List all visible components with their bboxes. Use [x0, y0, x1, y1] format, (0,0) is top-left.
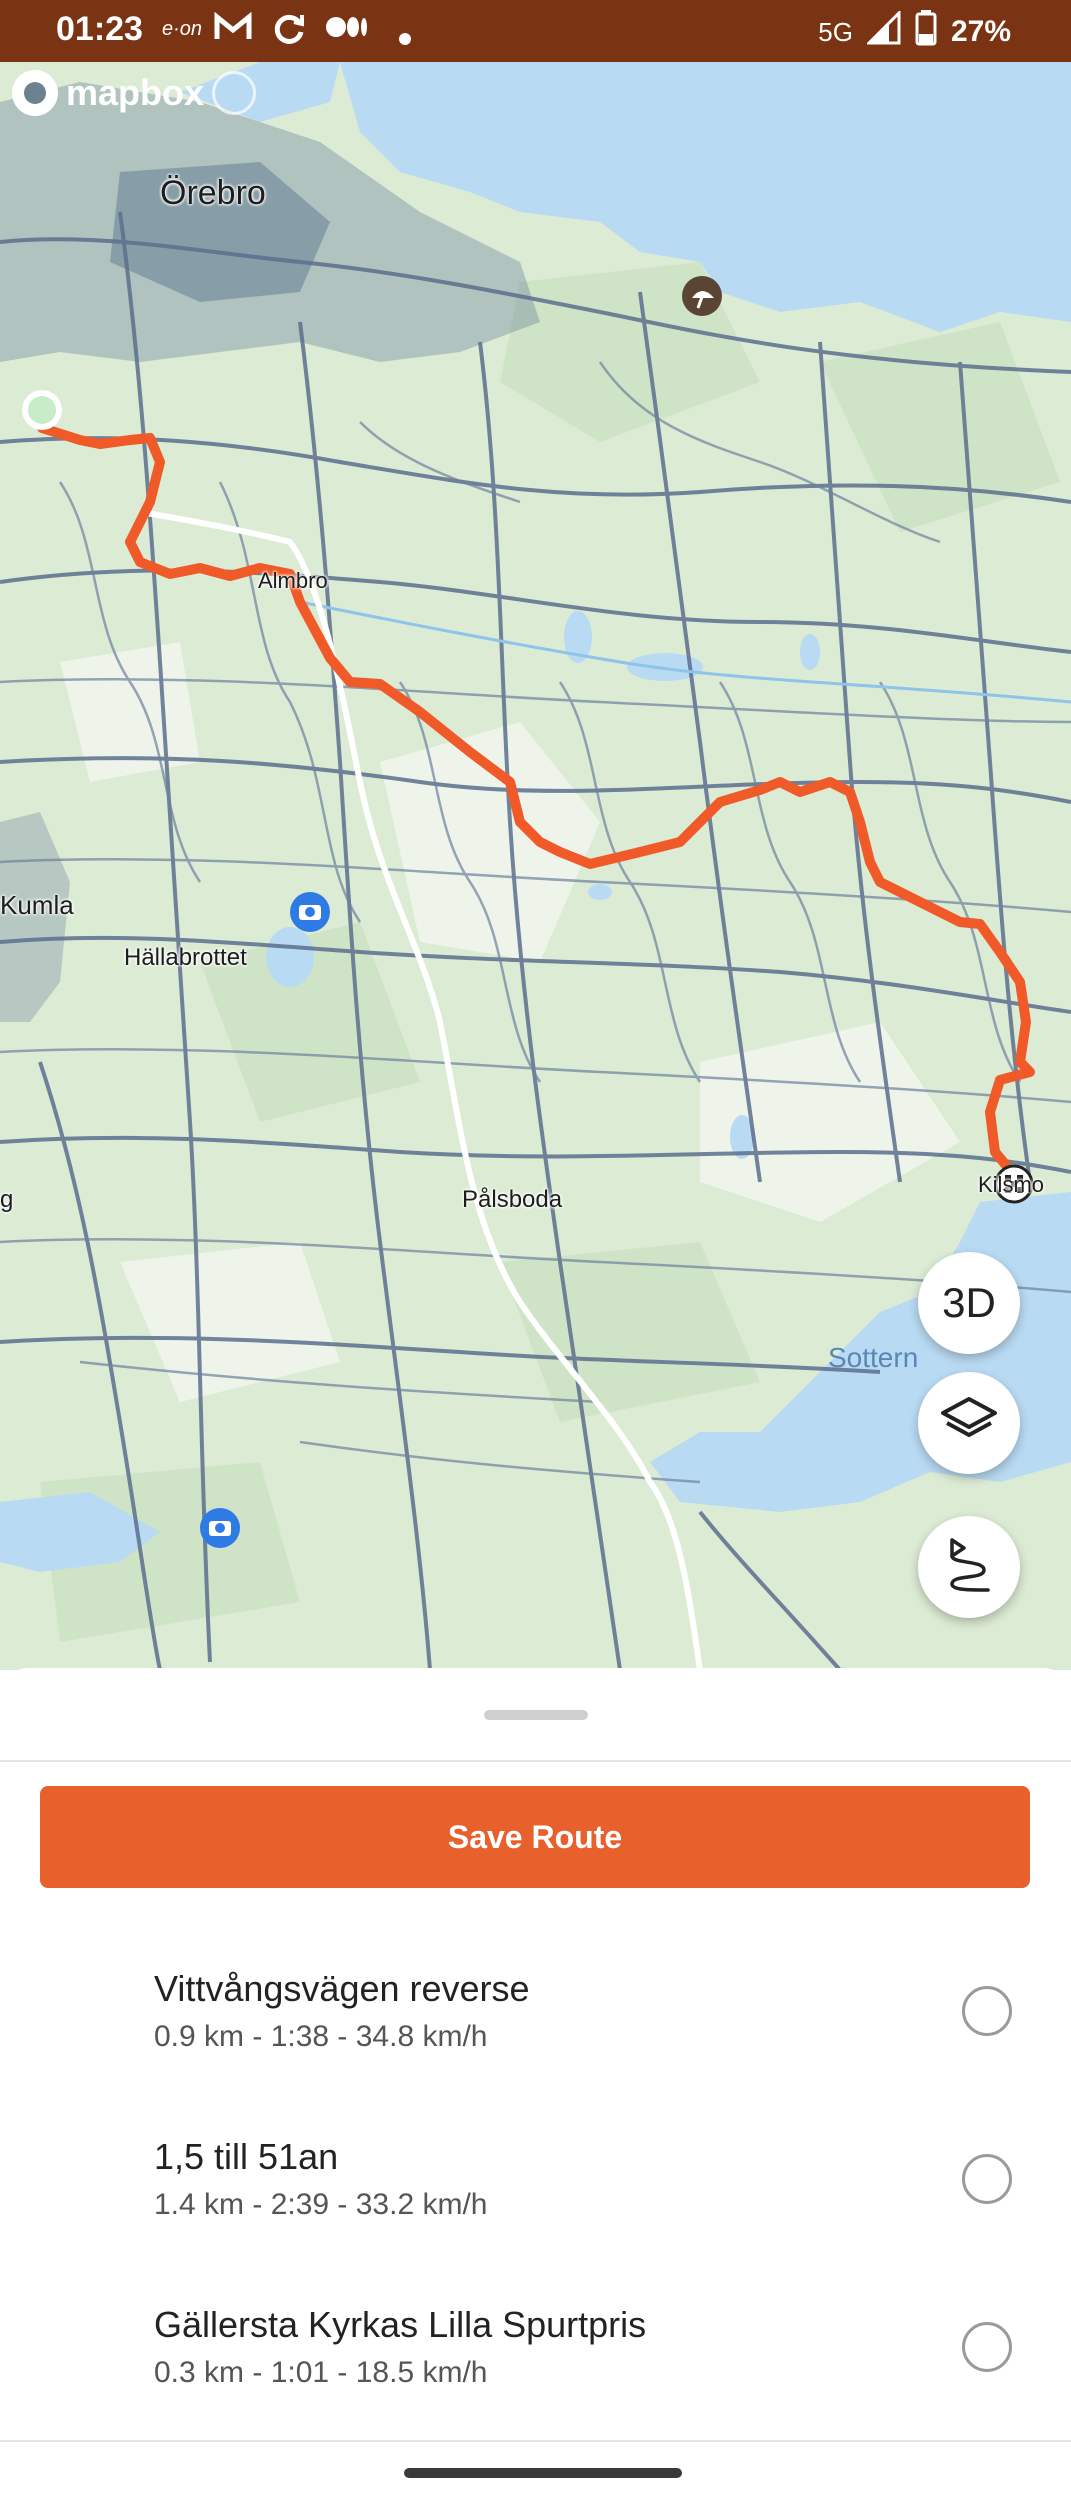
mapbox-logo: mapbox	[12, 70, 257, 116]
segment-radio[interactable]	[962, 2322, 1012, 2372]
camera-poi-icon[interactable]	[200, 1508, 240, 1548]
segment-stats: 0.9 km - 1:38 - 34.8 km/h	[154, 2020, 488, 2053]
route-icon	[938, 1534, 1000, 1601]
route-builder-button[interactable]	[918, 1516, 1020, 1618]
network-type: 5G	[818, 16, 853, 47]
map-label-kumla: Kumla	[0, 890, 74, 920]
segment-radio[interactable]	[962, 2154, 1012, 2204]
map-canvas	[0, 62, 1071, 1670]
medium-icon	[326, 12, 370, 50]
map-label-almbro: Almbro	[258, 568, 328, 593]
sheet-drag-handle[interactable]	[484, 1710, 588, 1720]
status-bar: 01:23 e·on 5G 27%	[0, 0, 1071, 62]
map-label-palsboda: Pålsboda	[462, 1186, 563, 1213]
map-label-hallabrottet: Hällabrottet	[124, 944, 247, 971]
segment-item[interactable]: Gällersta Kyrkas Lilla Spurtpris 0.3 km …	[154, 2304, 1014, 2390]
map-label-orebro: Örebro	[160, 174, 266, 212]
info-icon[interactable]	[212, 71, 257, 115]
map-label-sottern: Sottern	[828, 1342, 919, 1373]
segment-name: Gällersta Kyrkas Lilla Spurtpris	[154, 2304, 647, 2345]
camera-poi-icon[interactable]	[290, 892, 330, 932]
sync-icon	[272, 12, 306, 54]
signal-icon	[865, 9, 901, 53]
segment-stats: 1.4 km - 2:39 - 33.2 km/h	[154, 2188, 488, 2221]
segment-radio[interactable]	[962, 1986, 1012, 2036]
segment-name: 1,5 till 51an	[154, 2136, 339, 2177]
map-label-kilsmo: Kilsmo	[978, 1172, 1045, 1197]
segment-stats: 0.3 km - 1:01 - 18.5 km/h	[154, 2356, 488, 2389]
list-bottom-divider	[0, 2440, 1071, 2442]
segment-item[interactable]: 1,5 till 51an 1.4 km - 2:39 - 33.2 km/h	[154, 2136, 1014, 2222]
map-label-partial: g	[0, 1186, 14, 1213]
layers-icon	[939, 1395, 999, 1452]
beach-poi-icon[interactable]	[682, 276, 722, 316]
gmail-icon	[214, 11, 252, 50]
mapbox-attribution: mapbox	[66, 72, 205, 113]
save-route-button[interactable]: Save Route	[40, 1786, 1030, 1888]
3d-toggle-label: 3D	[942, 1279, 996, 1326]
segment-name: Vittvångsvägen reverse	[154, 1968, 530, 2009]
battery-icon	[915, 10, 937, 54]
home-indicator[interactable]	[404, 2468, 682, 2478]
status-time: 01:23	[56, 10, 143, 48]
segment-item[interactable]: Vittvångsvägen reverse 0.9 km - 1:38 - 3…	[154, 1968, 1014, 2054]
eon-icon: e·on	[162, 18, 203, 40]
sheet-divider	[0, 1760, 1071, 1762]
map-layers-button[interactable]	[918, 1372, 1020, 1474]
3d-toggle-button[interactable]: 3D	[918, 1252, 1020, 1354]
dot-icon	[398, 20, 412, 54]
map-view[interactable]: mapbox Örebro Almbro Kumla Hällabrottet …	[0, 62, 1071, 1670]
battery-level: 27%	[950, 15, 1011, 48]
